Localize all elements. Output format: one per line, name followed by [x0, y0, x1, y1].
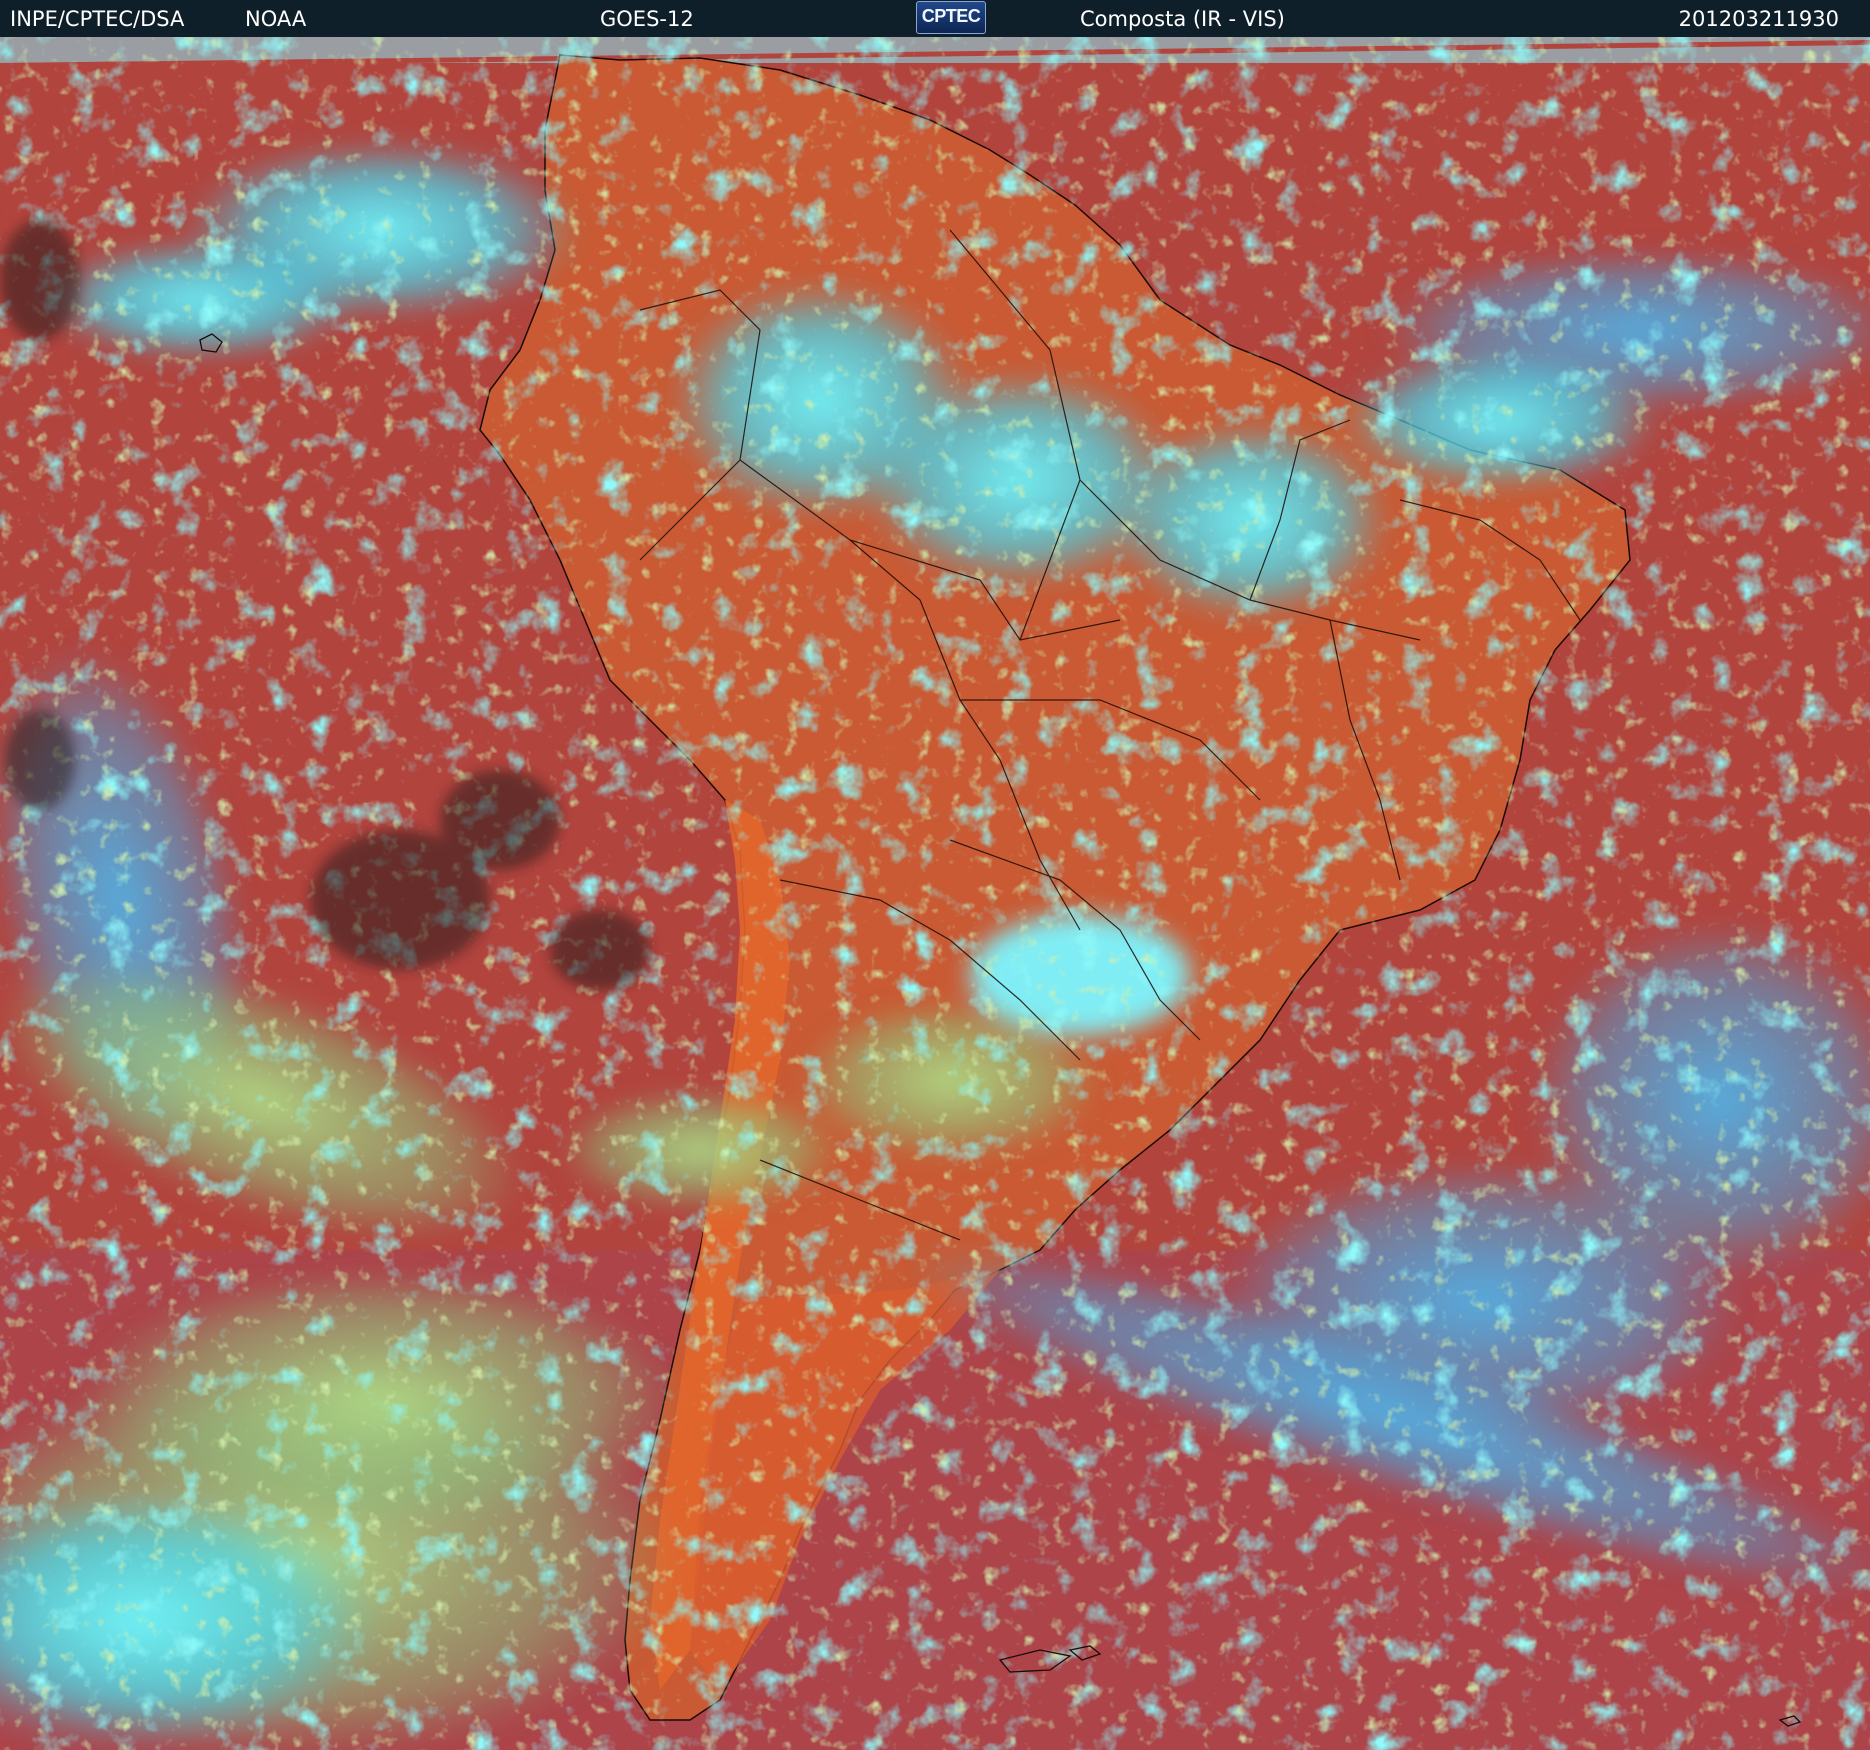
satellite-image-viewer: INPE/CPTEC/DSA NOAA GOES-12 CPTEC Compos…	[0, 0, 1870, 1750]
cptec-logo: CPTEC	[916, 1, 986, 34]
scattered-green-clouds	[0, 37, 1870, 1750]
satellite-label: GOES-12	[600, 7, 694, 31]
image-header-bar: INPE/CPTEC/DSA NOAA GOES-12 CPTEC Compos…	[0, 0, 1870, 37]
satellite-composite-image	[0, 37, 1870, 1750]
satellite-map-svg	[0, 37, 1870, 1750]
agency-label: NOAA	[245, 7, 307, 31]
product-label: Composta (IR - VIS)	[1080, 7, 1285, 31]
cptec-logo-text: CPTEC	[921, 6, 981, 26]
organization-label: INPE/CPTEC/DSA	[10, 7, 185, 31]
timestamp-label: 201203211930	[1678, 7, 1839, 31]
